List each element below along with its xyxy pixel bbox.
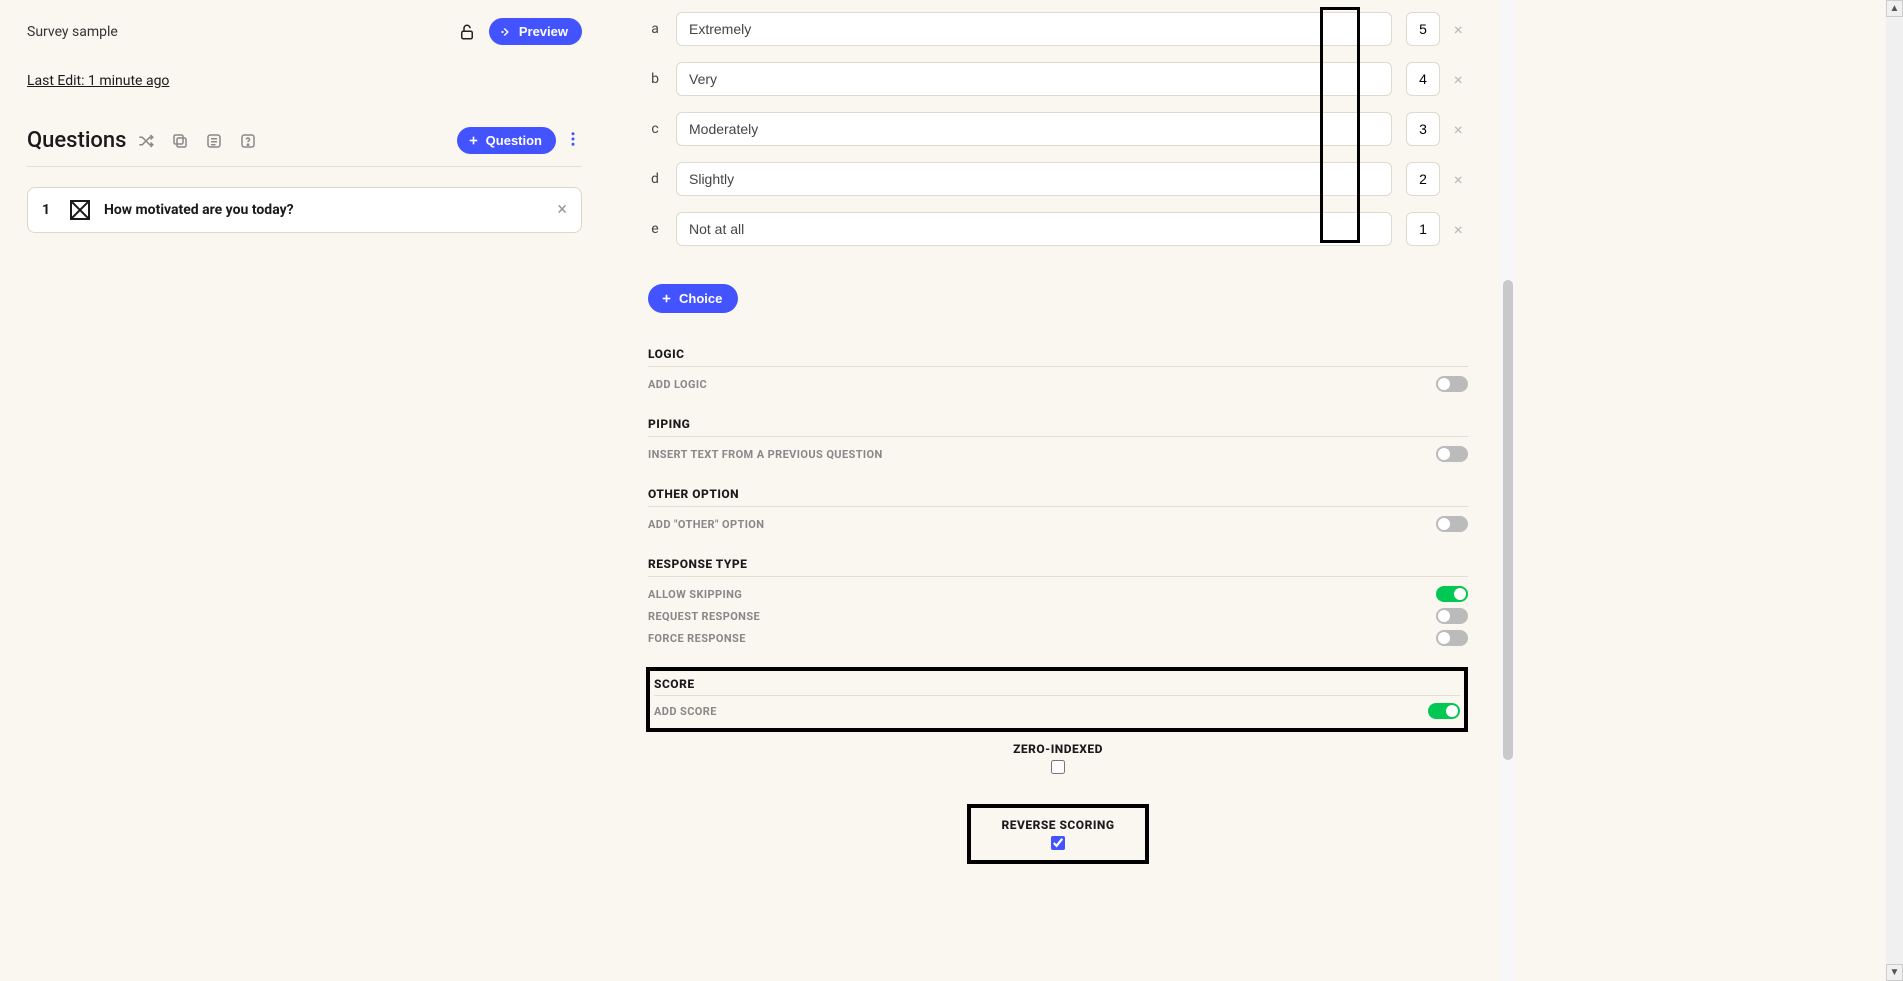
- choice-score-input[interactable]: [1406, 62, 1440, 96]
- zero-indexed-label: ZERO-INDEXED: [648, 742, 1468, 756]
- choice-input[interactable]: [676, 62, 1392, 96]
- score-sub: ADD SCORE: [654, 705, 717, 718]
- allow-skipping-label: ALLOW SKIPPING: [648, 588, 742, 601]
- other-title: OTHER OPTION: [648, 487, 739, 501]
- choice-input[interactable]: [676, 212, 1392, 246]
- add-choice-button[interactable]: Choice: [648, 284, 738, 313]
- score-toggle[interactable]: [1428, 703, 1460, 719]
- logic-sub: ADD LOGIC: [648, 378, 707, 391]
- reverse-scoring-box: REVERSE SCORING: [967, 804, 1148, 864]
- choice-letter: b: [648, 71, 662, 87]
- delete-choice-icon[interactable]: ×: [1454, 20, 1468, 39]
- request-response-toggle[interactable]: [1436, 608, 1468, 624]
- zero-indexed-checkbox[interactable]: [1051, 760, 1065, 774]
- delete-question-icon[interactable]: ×: [557, 201, 567, 219]
- logic-toggle[interactable]: [1436, 376, 1468, 392]
- shuffle-icon[interactable]: [136, 131, 156, 151]
- choice-letter: c: [648, 121, 662, 137]
- choice-score-input[interactable]: [1406, 112, 1440, 146]
- other-toggle[interactable]: [1436, 516, 1468, 532]
- preview-label: Preview: [519, 24, 568, 39]
- logic-section: LOGIC ADD LOGIC: [648, 343, 1468, 395]
- delete-choice-icon[interactable]: ×: [1454, 220, 1468, 239]
- choice-row: a ×: [648, 12, 1468, 46]
- choice-score-input[interactable]: [1406, 162, 1440, 196]
- reverse-scoring-checkbox[interactable]: [1051, 836, 1065, 850]
- add-question-button[interactable]: Question: [457, 127, 556, 154]
- piping-title: PIPING: [648, 417, 690, 431]
- preview-button[interactable]: Preview: [489, 18, 582, 45]
- inner-scrollbar-thumb[interactable]: [1503, 280, 1513, 760]
- choice-input[interactable]: [676, 112, 1392, 146]
- question-text: How motivated are you today?: [104, 202, 543, 218]
- force-response-toggle[interactable]: [1436, 630, 1468, 646]
- delete-choice-icon[interactable]: ×: [1454, 70, 1468, 89]
- unlock-icon[interactable]: [457, 22, 477, 42]
- reverse-scoring-label: REVERSE SCORING: [1001, 818, 1114, 832]
- choice-row: e ×: [648, 212, 1468, 246]
- choice-score-input[interactable]: [1406, 212, 1440, 246]
- logic-title: LOGIC: [648, 347, 685, 361]
- add-choice-label: Choice: [679, 291, 722, 306]
- last-edit-link[interactable]: Last Edit: 1 minute ago: [27, 73, 582, 89]
- survey-title: Survey sample: [27, 24, 118, 40]
- copy-icon[interactable]: [170, 131, 190, 151]
- question-item[interactable]: 1 How motivated are you today? ×: [27, 187, 582, 233]
- other-sub: ADD "OTHER" OPTION: [648, 518, 764, 531]
- help-icon[interactable]: [238, 131, 258, 151]
- question-number: 1: [42, 202, 56, 218]
- list-icon[interactable]: [204, 131, 224, 151]
- more-options-icon[interactable]: [564, 130, 582, 152]
- choice-score-input[interactable]: [1406, 12, 1440, 46]
- inner-scrollbar[interactable]: [1500, 0, 1516, 981]
- piping-sub: INSERT TEXT FROM A PREVIOUS QUESTION: [648, 448, 883, 461]
- choice-row: b ×: [648, 62, 1468, 96]
- outer-scrollbar-track[interactable]: [1886, 17, 1903, 964]
- scroll-down-arrow[interactable]: ▼: [1886, 964, 1903, 981]
- score-title: SCORE: [654, 677, 695, 691]
- delete-choice-icon[interactable]: ×: [1454, 120, 1468, 139]
- response-type-section: RESPONSE TYPE ALLOW SKIPPING REQUEST RES…: [648, 553, 1468, 649]
- choice-letter: a: [648, 21, 662, 37]
- choice-letter: d: [648, 171, 662, 187]
- force-response-label: FORCE RESPONSE: [648, 632, 746, 645]
- multiple-choice-icon: [70, 200, 90, 220]
- add-question-label: Question: [486, 133, 542, 148]
- request-response-label: REQUEST RESPONSE: [648, 610, 760, 623]
- survey-header: Survey sample Preview: [27, 18, 582, 45]
- scroll-up-arrow[interactable]: ▲: [1886, 0, 1903, 17]
- choice-letter: e: [648, 221, 662, 237]
- delete-choice-icon[interactable]: ×: [1454, 170, 1468, 189]
- response-type-title: RESPONSE TYPE: [648, 557, 747, 571]
- questions-header: Questions Question: [27, 127, 582, 167]
- allow-skipping-toggle[interactable]: [1436, 586, 1468, 602]
- choice-input[interactable]: [676, 12, 1392, 46]
- piping-toggle[interactable]: [1436, 446, 1468, 462]
- choice-row: d ×: [648, 162, 1468, 196]
- questions-heading: Questions: [27, 128, 126, 153]
- score-section: SCORE ADD SCORE: [646, 667, 1468, 732]
- other-option-section: OTHER OPTION ADD "OTHER" OPTION: [648, 483, 1468, 535]
- choice-row: c ×: [648, 112, 1468, 146]
- choice-input[interactable]: [676, 162, 1392, 196]
- piping-section: PIPING INSERT TEXT FROM A PREVIOUS QUEST…: [648, 413, 1468, 465]
